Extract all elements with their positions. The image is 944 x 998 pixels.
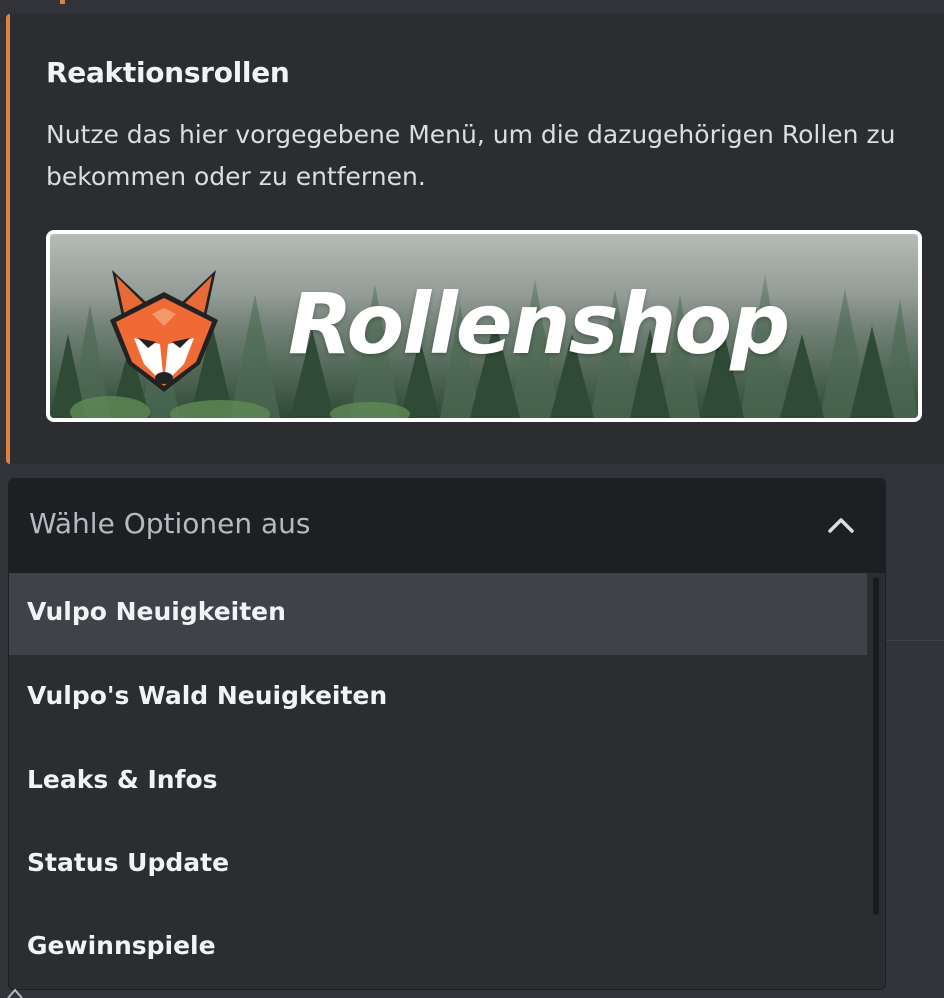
select-placeholder: Wähle Optionen aus bbox=[29, 507, 311, 540]
select-header[interactable]: Wähle Optionen aus bbox=[9, 479, 885, 573]
select-option-vulpo-neuigkeiten[interactable]: Vulpo Neuigkeiten bbox=[9, 573, 867, 655]
select-option-status-update[interactable]: Status Update bbox=[9, 824, 867, 906]
banner-title: Rollenshop bbox=[288, 275, 790, 373]
embed-title: Reaktionsrollen bbox=[46, 56, 290, 89]
select-option-leaks-infos[interactable]: Leaks & Infos bbox=[9, 741, 867, 823]
divider bbox=[886, 640, 944, 641]
accent-marker bbox=[60, 0, 65, 4]
scrollbar-thumb[interactable] bbox=[873, 577, 879, 915]
option-label: Gewinnspiele bbox=[27, 931, 216, 960]
chevron-up-icon[interactable] bbox=[825, 509, 857, 541]
fox-head-icon bbox=[110, 270, 218, 392]
select-option-vulpos-wald-neuigkeiten[interactable]: Vulpo's Wald Neuigkeiten bbox=[9, 657, 867, 739]
option-label: Vulpo's Wald Neuigkeiten bbox=[27, 681, 388, 710]
discord-message-view: Reaktionsrollen Nutze das hier vorgegebe… bbox=[0, 0, 944, 998]
partial-icon bbox=[7, 988, 23, 998]
option-label: Status Update bbox=[27, 848, 230, 877]
embed-banner-image[interactable]: Rollenshop bbox=[46, 230, 922, 422]
options-select-menu[interactable]: Wähle Optionen aus Vulpo Neuigkeiten Vul… bbox=[8, 478, 886, 990]
embed-card: Reaktionsrollen Nutze das hier vorgegebe… bbox=[6, 14, 944, 464]
embed-description: Nutze das hier vorgegebene Menü, um die … bbox=[46, 120, 896, 191]
option-label: Leaks & Infos bbox=[27, 765, 218, 794]
select-option-gewinnspiele[interactable]: Gewinnspiele bbox=[9, 907, 867, 989]
option-label: Vulpo Neuigkeiten bbox=[27, 597, 286, 626]
